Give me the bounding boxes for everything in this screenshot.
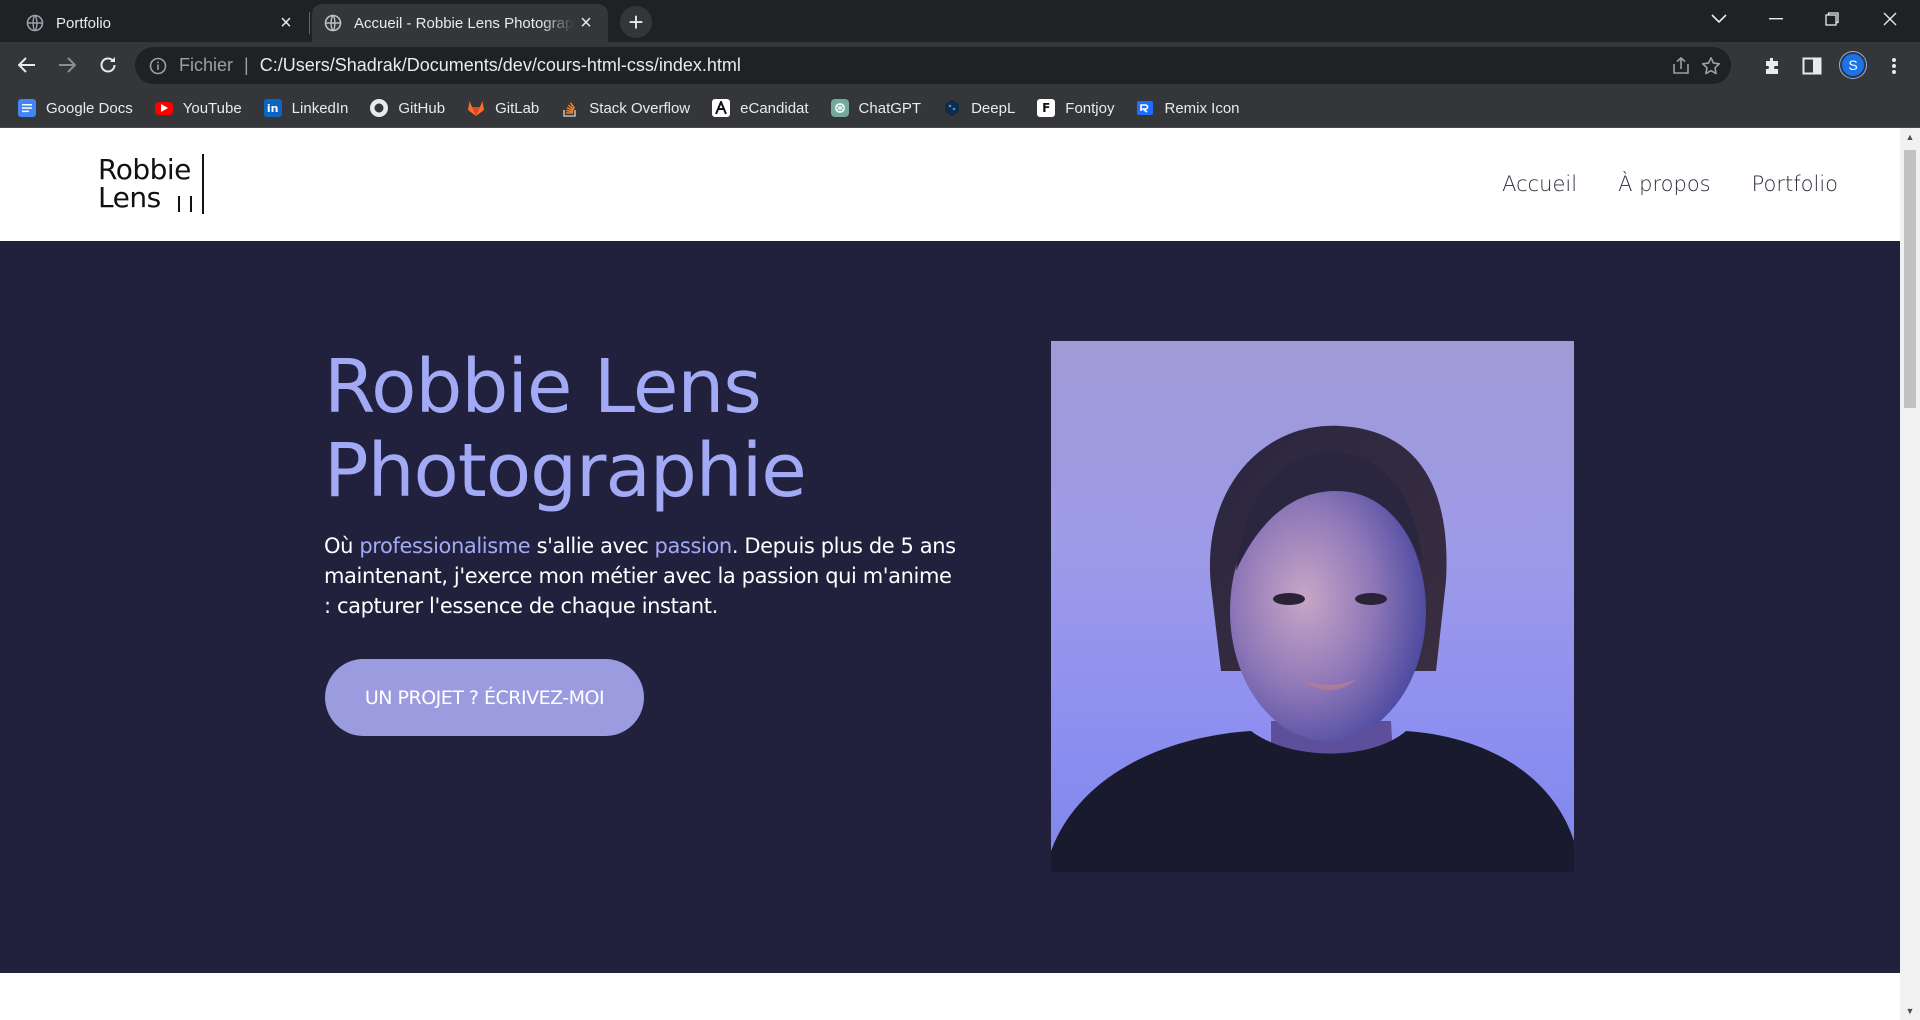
address-bar[interactable]: Fichier | C:/Users/Shadrak/Documents/dev… — [135, 47, 1731, 84]
site-nav: Accueil À propos Portfolio — [1461, 172, 1838, 196]
bookmark-deepl[interactable]: DeepL — [943, 99, 1015, 117]
profile-avatar[interactable]: S — [1840, 52, 1866, 78]
nav-link-accueil[interactable]: Accueil — [1502, 172, 1577, 196]
bookmarks-bar: Google Docs YouTube in LinkedIn GitHub G… — [0, 89, 1920, 128]
share-icon[interactable] — [1671, 56, 1691, 76]
bookmark-github[interactable]: GitHub — [370, 99, 445, 117]
scrollbar-thumb[interactable] — [1904, 150, 1916, 408]
logo-line-2: Lens — [98, 181, 161, 214]
portrait-photo — [1051, 341, 1574, 872]
bookmark-youtube[interactable]: YouTube — [154, 99, 242, 117]
tab-search-icon[interactable] — [1691, 0, 1747, 38]
tab-title: Accueil - Robbie Lens Photographie — [354, 14, 574, 32]
portrait-illustration — [1051, 425, 1574, 872]
remix-icon — [1136, 99, 1154, 117]
extensions-icon[interactable] — [1761, 55, 1783, 77]
logo-bar — [190, 196, 192, 212]
logo-bar — [202, 154, 204, 214]
hero-text-part: s'allie avec — [530, 534, 655, 558]
bookmark-google-docs[interactable]: Google Docs — [18, 99, 133, 117]
bookmark-gitlab[interactable]: GitLab — [467, 99, 539, 117]
bookmark-label: GitLab — [495, 99, 540, 117]
restore-icon[interactable] — [1804, 0, 1860, 38]
bookmark-label: Stack Overflow — [589, 99, 691, 117]
hero-text-part: Où — [324, 534, 360, 558]
bookmark-label: ChatGPT — [858, 99, 922, 117]
globe-icon — [26, 14, 44, 32]
nav-link-a-propos[interactable]: À propos — [1618, 172, 1711, 196]
bookmark-label: Remix Icon — [1164, 99, 1240, 117]
site-header: Robbie Lens Accueil À propos Portfolio — [0, 128, 1900, 241]
tab-strip: Portfolio × Accueil - Robbie Lens Photog… — [0, 0, 1920, 42]
tab-portfolio[interactable]: Portfolio × — [0, 4, 308, 42]
hero-section: Robbie Lens Photographie Où professional… — [0, 241, 1900, 973]
highlight-passion: passion — [654, 534, 733, 558]
google-docs-icon — [18, 99, 36, 117]
close-window-icon[interactable] — [1862, 0, 1918, 38]
bookmark-remix-icon[interactable]: Remix Icon — [1136, 99, 1240, 117]
hero-title-line-1: Robbie Lens — [324, 344, 762, 430]
close-tab-icon[interactable]: × — [574, 11, 598, 35]
hero-description: Où professionalisme s'allie avec passion… — [324, 531, 964, 621]
logo-line-1: Robbie — [98, 153, 191, 186]
address-url[interactable]: C:/Users/Shadrak/Documents/dev/cours-htm… — [260, 55, 741, 76]
bookmark-stack-overflow[interactable]: Stack Overflow — [561, 99, 690, 117]
youtube-icon — [154, 101, 173, 115]
browser-toolbar: Fichier | C:/Users/Shadrak/Documents/dev… — [0, 42, 1920, 89]
gitlab-icon — [467, 99, 485, 117]
scroll-up-icon[interactable]: ▲ — [1905, 132, 1915, 142]
back-arrow-icon[interactable] — [11, 49, 43, 81]
hero-title: Robbie Lens Photographie — [324, 344, 807, 514]
logo-bar — [178, 196, 180, 212]
address-scheme-label: Fichier — [179, 55, 234, 75]
highlight-professionalisme: professionalisme — [359, 534, 531, 558]
minimize-icon[interactable] — [1748, 0, 1804, 38]
bookmark-star-icon[interactable] — [1701, 56, 1721, 76]
new-tab-button[interactable]: + — [620, 6, 652, 38]
tab-accueil[interactable]: Accueil - Robbie Lens Photographie × — [312, 4, 608, 42]
bookmark-fontjoy[interactable]: F Fontjoy — [1037, 99, 1114, 117]
forward-arrow-icon[interactable] — [51, 49, 83, 81]
bookmark-label: Fontjoy — [1065, 99, 1115, 117]
tab-title: Portfolio — [56, 14, 112, 32]
bookmark-linkedin[interactable]: in LinkedIn — [263, 99, 349, 117]
bookmark-label: GitHub — [398, 99, 446, 117]
bookmark-label: eCandidat — [740, 99, 809, 117]
chatgpt-icon — [830, 99, 849, 117]
site-logo[interactable]: Robbie Lens — [98, 154, 208, 214]
hero-title-line-2: Photographie — [324, 428, 807, 514]
stackoverflow-icon — [561, 99, 579, 117]
side-panel-icon[interactable] — [1801, 55, 1823, 77]
deepl-icon — [943, 99, 961, 117]
page-scrollbar[interactable]: ▲ ▼ — [1900, 128, 1920, 1020]
scroll-down-icon[interactable]: ▼ — [1905, 1006, 1915, 1016]
fontjoy-icon: F — [1037, 99, 1056, 117]
github-icon — [370, 99, 389, 117]
address-separator: | — [244, 55, 249, 75]
bookmark-label: YouTube — [182, 99, 242, 117]
ecandidat-icon — [712, 99, 731, 117]
close-tab-icon[interactable]: × — [274, 11, 298, 35]
reload-icon[interactable] — [92, 49, 124, 81]
linkedin-icon: in — [263, 99, 282, 117]
tab-divider — [309, 12, 310, 34]
bookmark-chatgpt[interactable]: ChatGPT — [830, 99, 922, 117]
bookmark-label: DeepL — [971, 99, 1016, 117]
bookmark-label: LinkedIn — [291, 99, 349, 117]
bookmark-ecandidat[interactable]: eCandidat — [712, 99, 809, 117]
menu-dots-icon[interactable] — [1883, 55, 1905, 77]
web-page: Robbie Lens Accueil À propos Portfolio R… — [0, 128, 1900, 1020]
nav-link-portfolio[interactable]: Portfolio — [1752, 172, 1838, 196]
bookmark-label: Google Docs — [46, 99, 133, 117]
globe-icon — [324, 14, 342, 32]
contact-cta-button[interactable]: UN PROJET ? ÉCRIVEZ-MOI — [325, 659, 644, 736]
info-icon[interactable] — [149, 57, 167, 75]
